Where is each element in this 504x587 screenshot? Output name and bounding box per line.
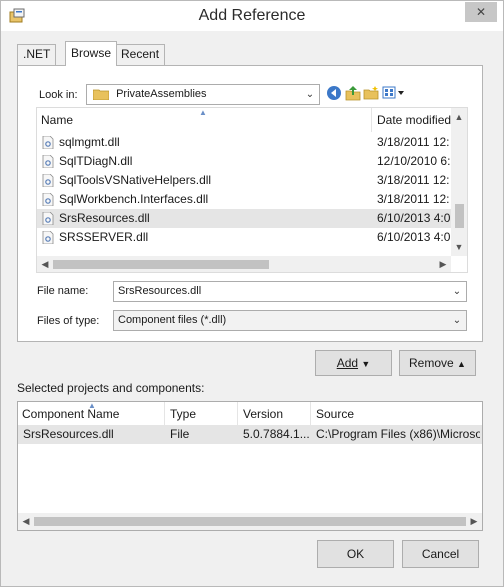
files-of-type-label: Files of type: bbox=[37, 315, 100, 327]
close-icon: ✕ bbox=[475, 5, 487, 19]
selected-components-label: Selected projects and components: bbox=[17, 381, 205, 395]
look-in-dropdown[interactable]: PrivateAssemblies ⌄ bbox=[86, 84, 320, 105]
files-of-type-dropdown[interactable]: Component files (*.dll) ⌄ bbox=[113, 310, 467, 331]
scroll-right-icon[interactable]: ▶ bbox=[466, 516, 482, 527]
selected-components-list[interactable]: Component Name ▲ Type Version Source Srs… bbox=[17, 401, 483, 531]
dll-file-icon bbox=[42, 155, 54, 168]
file-list-horizontal-scrollbar[interactable]: ◀ ▶ bbox=[37, 256, 451, 272]
ok-button[interactable]: OK bbox=[317, 540, 394, 568]
title-bar: Add Reference ✕ bbox=[1, 1, 503, 31]
dll-file-icon bbox=[42, 136, 54, 149]
files-of-type-value: Component files (*.dll) bbox=[118, 314, 227, 326]
components-horizontal-scrollbar[interactable]: ◀ ▶ bbox=[18, 513, 482, 530]
scroll-left-icon[interactable]: ◀ bbox=[18, 516, 34, 527]
new-folder-icon[interactable] bbox=[363, 85, 379, 101]
window-title: Add Reference bbox=[198, 7, 306, 24]
dll-file-icon bbox=[42, 193, 54, 206]
close-button[interactable]: ✕ bbox=[465, 2, 497, 22]
scroll-up-icon[interactable]: ▲ bbox=[451, 112, 467, 122]
vertical-scroll-thumb[interactable] bbox=[455, 204, 464, 228]
tab-browse[interactable]: Browse bbox=[65, 41, 118, 66]
file-name-value: SrsResources.dll bbox=[118, 285, 202, 297]
dropdown-up-arrow-icon: ▲ bbox=[457, 359, 466, 369]
look-in-label: Look in: bbox=[39, 89, 78, 101]
horizontal-scroll-thumb[interactable] bbox=[34, 517, 466, 526]
file-name-input[interactable]: SrsResources.dll ⌄ bbox=[113, 281, 467, 302]
file-name-label: File name: bbox=[37, 285, 89, 297]
tab-recent[interactable]: Recent bbox=[115, 44, 166, 65]
column-header-type[interactable]: Type bbox=[166, 402, 238, 426]
file-row[interactable]: SqlWorkbench.Interfaces.dll 3/18/2011 12… bbox=[37, 190, 452, 209]
scroll-left-icon[interactable]: ◀ bbox=[37, 259, 53, 270]
look-in-value: PrivateAssemblies bbox=[116, 88, 207, 100]
back-icon[interactable] bbox=[326, 85, 342, 101]
add-button[interactable]: Add ▼ bbox=[315, 350, 392, 376]
folder-icon bbox=[93, 89, 109, 100]
sort-ascending-icon: ▲ bbox=[88, 401, 96, 410]
file-list[interactable]: Name ▲ Date modified sqlmgmt.dll 3/18/20… bbox=[36, 107, 468, 273]
scroll-down-icon[interactable]: ▼ bbox=[451, 242, 467, 252]
add-reference-dialog: Add Reference ✕ .NET Browse Recent Look … bbox=[0, 0, 504, 587]
cancel-button[interactable]: Cancel bbox=[402, 540, 479, 568]
chevron-down-icon: ⌄ bbox=[452, 315, 462, 326]
column-header-version[interactable]: Version bbox=[239, 402, 311, 426]
file-row[interactable]: sqlmgmt.dll 3/18/2011 12: bbox=[37, 133, 452, 152]
up-one-level-icon[interactable] bbox=[345, 85, 361, 101]
file-row[interactable]: SqlToolsVSNativeHelpers.dll 3/18/2011 12… bbox=[37, 171, 452, 190]
tab-dotnet[interactable]: .NET bbox=[17, 44, 57, 65]
view-menu-icon[interactable] bbox=[382, 85, 406, 101]
component-row-selected[interactable]: SrsResources.dll File 5.0.7884.1... C:\P… bbox=[18, 425, 482, 444]
dropdown-arrow-icon: ▼ bbox=[361, 359, 371, 369]
file-list-vertical-scrollbar[interactable]: ▲ ▼ bbox=[451, 108, 467, 256]
file-row[interactable]: SRSSERVER.dll 6/10/2013 4:0 bbox=[37, 228, 452, 247]
sort-ascending-icon: ▲ bbox=[199, 108, 207, 117]
remove-button[interactable]: Remove ▲ bbox=[399, 350, 476, 376]
scroll-right-icon[interactable]: ▶ bbox=[435, 259, 451, 270]
column-header-source[interactable]: Source bbox=[312, 402, 482, 426]
chevron-down-icon: ⌄ bbox=[452, 286, 462, 297]
dll-file-icon bbox=[42, 174, 54, 187]
horizontal-scroll-thumb[interactable] bbox=[53, 260, 269, 269]
file-row-selected[interactable]: SrsResources.dll 6/10/2013 4:0 bbox=[37, 209, 452, 228]
dll-file-icon bbox=[42, 212, 54, 225]
file-row[interactable]: SqlTDiagN.dll 12/10/2010 6: bbox=[37, 152, 452, 171]
dll-file-icon bbox=[42, 231, 54, 244]
chevron-down-icon: ⌄ bbox=[305, 89, 315, 100]
